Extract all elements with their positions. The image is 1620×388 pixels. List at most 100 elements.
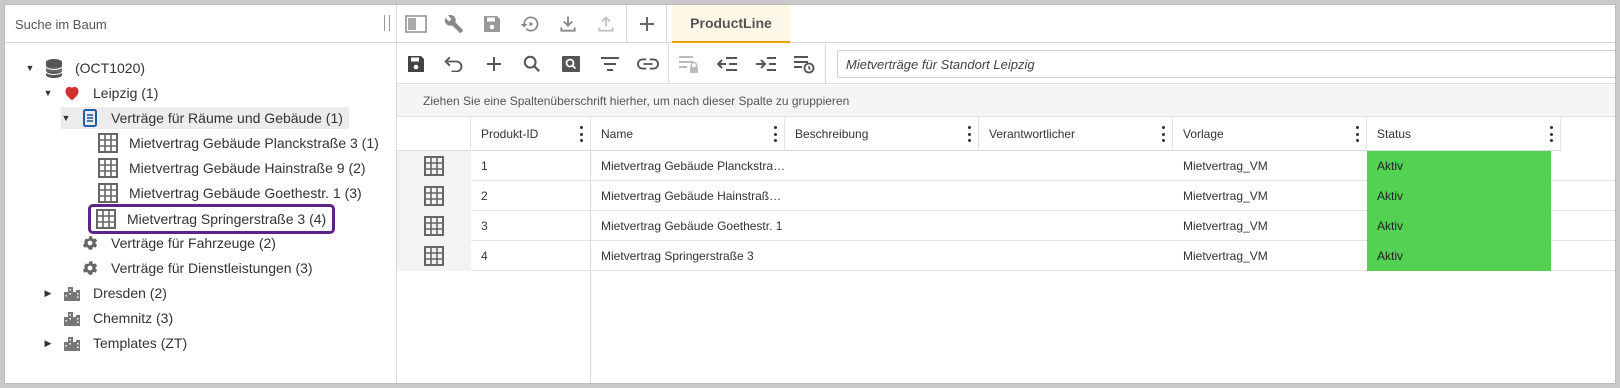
table-grid-icon[interactable] [397,241,471,271]
tree-node-templates[interactable]: ▶ Templates (ZT) [43,332,187,354]
tree-search-input[interactable] [15,10,375,38]
history-icon[interactable] [511,5,549,43]
tree-node-label: Mietvertrag Gebäude Goethestr. 1 (3) [129,185,362,201]
collapse-columns-icon[interactable] [708,45,746,83]
column-menu-icon[interactable] [578,126,584,142]
cell-produkt-id[interactable]: 3 [471,211,591,241]
list-history-icon[interactable] [785,45,823,83]
cell-beschreibung[interactable] [785,211,979,241]
column-menu-icon[interactable] [1548,126,1554,142]
undo-icon[interactable] [435,45,473,83]
column-header-status[interactable]: Status [1367,117,1561,151]
column-menu-icon[interactable] [772,126,778,142]
caret-down-icon[interactable]: ▼ [61,113,71,123]
wrench-icon[interactable] [435,5,473,43]
add-row-icon[interactable] [475,45,513,83]
data-grid: Produkt-ID Name Beschreibung Verantwortl… [397,117,1615,383]
table-grid-icon[interactable] [397,211,471,241]
table-grid-icon [97,158,119,178]
column-header-label: Status [1377,126,1412,141]
cell-name[interactable]: Mietvertrag Springerstraße 3 [591,241,785,271]
column-header-verantwortlicher[interactable]: Verantwortlicher [979,117,1173,151]
tree-node-leipzig[interactable]: ▼ Leipzig (1) [43,82,159,104]
tree-node-label: (OCT1020) [75,60,146,76]
table-row[interactable]: 4 Mietvertrag Springerstraße 3 Mietvertr… [397,241,1615,271]
heart-icon [61,83,83,103]
caret-down-icon[interactable]: ▼ [25,63,35,73]
table-grid-icon[interactable] [397,151,471,181]
column-header-name[interactable]: Name [591,117,785,151]
cell-produkt-id[interactable]: 4 [471,241,591,271]
cell-vorlage[interactable]: Mietvertrag_VM [1173,151,1367,181]
tree-node-label: Mietvertrag Gebäude Planckstraße 3 (1) [129,135,379,151]
cell-verantwortlicher[interactable] [979,181,1173,211]
column-header-label: Beschreibung [795,126,869,141]
tree-node-dienstleistungen[interactable]: Verträge für Dienstleistungen (3) [79,257,313,279]
cell-name[interactable]: Mietvertrag Gebäude Goethestr. 1 [591,211,785,241]
cell-status[interactable]: Aktiv [1367,181,1551,211]
tree-item-springerstrasse[interactable]: Mietvertrag Springerstraße 3 (4) [87,204,336,234]
tree-item-hainstrasse[interactable]: Mietvertrag Gebäude Hainstraße 9 (2) [97,157,366,179]
search-icon[interactable] [513,45,551,83]
tree-node-dresden[interactable]: ▶ Dresden (2) [43,282,167,304]
tree-item-planckstrasse[interactable]: Mietvertrag Gebäude Planckstraße 3 (1) [97,132,379,154]
toolbar-divider [666,5,667,43]
list-lock-icon[interactable] [670,45,708,83]
table-grid-icon [97,133,119,153]
city-icon [61,308,83,328]
column-menu-icon[interactable] [966,126,972,142]
tab-productline[interactable]: ProductLine [672,5,790,43]
cell-name[interactable]: Mietvertrag Gebäude Hainstraß… [591,181,785,211]
link-icon[interactable] [629,45,667,83]
column-header-label: Name [601,126,634,141]
cell-status[interactable]: Aktiv [1367,151,1551,181]
save-icon[interactable] [473,5,511,43]
cell-produkt-id[interactable]: 2 [471,181,591,211]
tree-item-goethestr[interactable]: Mietvertrag Gebäude Goethestr. 1 (3) [97,182,362,204]
cell-verantwortlicher[interactable] [979,151,1173,181]
column-header-label: Verantwortlicher [989,126,1076,141]
column-header-produkt-id[interactable]: Produkt-ID [471,117,591,151]
tree-node-label: Verträge für Dienstleistungen (3) [111,260,313,276]
column-menu-icon[interactable] [1354,126,1360,142]
save-icon[interactable] [397,45,435,83]
table-row[interactable]: 3 Mietvertrag Gebäude Goethestr. 1 Mietv… [397,211,1615,241]
cell-beschreibung[interactable] [785,151,979,181]
cell-vorlage[interactable]: Mietvertrag_VM [1173,211,1367,241]
cell-produkt-id[interactable]: 1 [471,151,591,181]
filter-icon[interactable] [591,45,629,83]
upload-icon[interactable] [587,5,625,43]
caret-right-icon[interactable]: ▶ [43,338,53,348]
cell-verantwortlicher[interactable] [979,211,1173,241]
tree-node-vertraege-raeume[interactable]: ▼ Verträge für Räume und Gebäude (1) [61,107,349,129]
cell-vorlage[interactable]: Mietvertrag_VM [1173,181,1367,211]
table-row[interactable]: 1 Mietvertrag Gebäude Planckstra… Mietve… [397,151,1615,181]
caret-down-icon[interactable]: ▼ [43,88,53,98]
table-grid-icon[interactable] [397,181,471,211]
table-row[interactable]: 2 Mietvertrag Gebäude Hainstraß… Mietver… [397,181,1615,211]
column-header-beschreibung[interactable]: Beschreibung [785,117,979,151]
tree-node-chemnitz[interactable]: Chemnitz (3) [61,307,173,329]
download-icon[interactable] [549,5,587,43]
cell-name[interactable]: Mietvertrag Gebäude Planckstra… [591,151,785,181]
cell-beschreibung[interactable] [785,241,979,271]
view-name-input[interactable] [837,50,1615,78]
column-header-vorlage[interactable]: Vorlage [1173,117,1367,151]
tree-node-root[interactable]: ▼ (OCT1020) [25,57,145,79]
cell-beschreibung[interactable] [785,181,979,211]
cell-vorlage[interactable]: Mietvertrag_VM [1173,241,1367,271]
cell-status[interactable]: Aktiv [1367,241,1551,271]
panel-resize-handle[interactable] [384,15,390,31]
tree-node-fahrzeuge[interactable]: Verträge für Fahrzeuge (2) [79,232,276,254]
column-menu-icon[interactable] [1160,126,1166,142]
grid-header-rowicon [397,117,471,151]
cell-verantwortlicher[interactable] [979,241,1173,271]
group-by-dropzone[interactable]: Ziehen Sie eine Spaltenüberschrift hierh… [397,85,1615,117]
panel-toggle-icon[interactable] [397,5,435,43]
caret-right-icon[interactable]: ▶ [43,288,53,298]
add-icon[interactable] [628,5,666,43]
cell-status[interactable]: Aktiv [1367,211,1551,241]
find-in-page-icon[interactable] [552,45,590,83]
main-toolbar: ProductLine [397,5,1615,43]
expand-columns-icon[interactable] [747,45,785,83]
